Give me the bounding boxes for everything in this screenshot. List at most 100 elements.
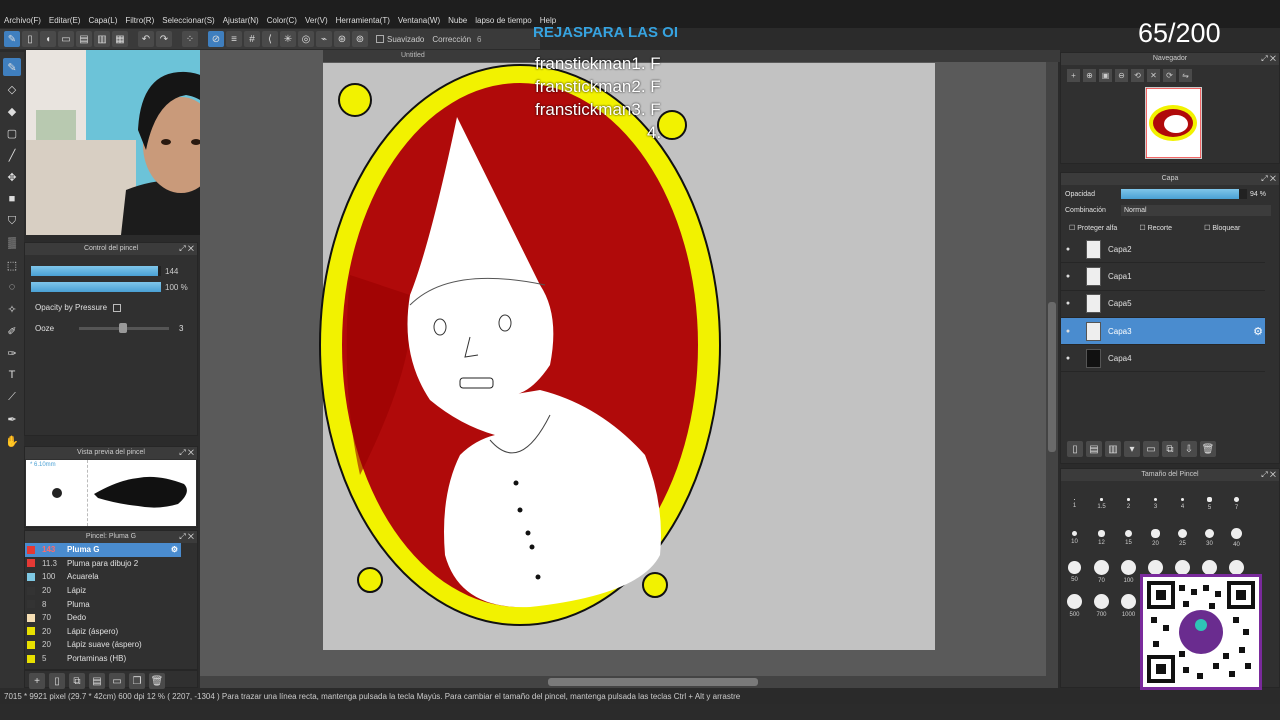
close-icon[interactable]: ⤢ ✕	[179, 531, 194, 543]
brush-item[interactable]: 8 Pluma	[25, 597, 181, 611]
menu-item[interactable]: Ajustar(N)	[219, 14, 263, 28]
correccion-value[interactable]: 6	[477, 35, 481, 44]
brush-item[interactable]: 11.3 Pluma para dibujo 2	[25, 557, 181, 571]
edit-brush-icon[interactable]: ▤	[89, 673, 105, 689]
actual-size-icon[interactable]: ✕	[1147, 69, 1160, 82]
visibility-icon[interactable]: ●	[1061, 273, 1075, 280]
brush-size-option[interactable]: 15	[1115, 521, 1142, 555]
menu-item[interactable]: Editar(E)	[45, 14, 85, 28]
tab-icon[interactable]: ▯	[22, 31, 38, 47]
snap-radial-icon[interactable]: ✳	[280, 31, 296, 47]
fill-tool-icon[interactable]: ■	[3, 190, 21, 208]
close-icon[interactable]: ⤢ ✕	[179, 243, 194, 255]
visibility-icon[interactable]: ●	[1061, 355, 1075, 362]
frame-icon[interactable]: ▭	[58, 31, 74, 47]
brush-size-option[interactable]: 1000	[1115, 589, 1142, 623]
document-icon[interactable]: ▤	[76, 31, 92, 47]
speech-bubble-icon[interactable]: ◖	[40, 31, 56, 47]
new-layer-menu-icon[interactable]: ▾	[1124, 441, 1140, 457]
brush-item[interactable]: 100 Acuarela	[25, 570, 181, 584]
zoom-in-icon[interactable]: +	[1067, 69, 1080, 82]
layer-row[interactable]: ● Capa4	[1061, 345, 1265, 373]
divide-tool-icon[interactable]: ⟋	[3, 388, 21, 406]
horizontal-scrollbar[interactable]	[200, 676, 1056, 688]
snap-cross-icon[interactable]: #	[244, 31, 260, 47]
line-tool-icon[interactable]: ╱	[3, 146, 21, 164]
snap-ellipse-icon[interactable]: ⊛	[334, 31, 350, 47]
snap-vanish-icon[interactable]: ⟨	[262, 31, 278, 47]
brush-size-option[interactable]: 2	[1115, 487, 1142, 521]
menu-item[interactable]: Nube	[444, 14, 471, 28]
horizontal-scroll-thumb[interactable]	[548, 678, 758, 686]
brush-item[interactable]: 20 Lápiz suave (áspero)	[25, 638, 181, 652]
brush-size-option[interactable]: 700	[1088, 589, 1115, 623]
ooze-slider[interactable]	[79, 323, 169, 333]
snap-curve-icon[interactable]: ⌁	[316, 31, 332, 47]
close-icon[interactable]: ⤢ ✕	[1261, 173, 1276, 185]
rotate-icon[interactable]: ⟲	[1131, 69, 1144, 82]
undo-icon[interactable]: ↶	[138, 31, 154, 47]
menu-item[interactable]: Filtro(R)	[121, 14, 158, 28]
copy-brush-icon[interactable]: ⧉	[69, 673, 85, 689]
bucket-tool-icon[interactable]: ⛉	[3, 212, 21, 230]
zoom-out-icon[interactable]: ⊖	[1115, 69, 1128, 82]
close-icon[interactable]: ⤢ ✕	[1261, 469, 1276, 481]
brush-size-option[interactable]: 5	[1196, 487, 1223, 521]
layout-icon[interactable]: ▥	[94, 31, 110, 47]
reset-rotate-icon[interactable]: ⟳	[1163, 69, 1176, 82]
new-1bit-layer-icon[interactable]: ▥	[1105, 441, 1121, 457]
brush-size-option[interactable]: 1	[1061, 487, 1088, 521]
flip-icon[interactable]: ⇋	[1179, 69, 1192, 82]
zoom-in-alt-icon[interactable]: ⊕	[1083, 69, 1096, 82]
close-icon[interactable]: ⤢ ✕	[179, 447, 194, 459]
brush-opacity-slider[interactable]	[31, 282, 161, 292]
brush-tool-icon[interactable]: ✎	[3, 58, 21, 76]
gradient-tool-icon[interactable]: ▒	[3, 234, 21, 252]
select-eraser-icon[interactable]: ✑	[3, 344, 21, 362]
brush-item[interactable]: 20 Lápiz	[25, 584, 181, 598]
menu-item[interactable]: Archivo(F)	[0, 14, 45, 28]
select-dots-icon[interactable]: ⁘	[182, 31, 198, 47]
snap-target-icon[interactable]: ⊚	[352, 31, 368, 47]
menu-item[interactable]: Seleccionar(S)	[158, 14, 218, 28]
brush-size-option[interactable]: 3	[1142, 487, 1169, 521]
menu-item[interactable]: Color(C)	[263, 14, 301, 28]
fit-icon[interactable]: ▣	[1099, 69, 1112, 82]
add-brush-icon[interactable]: +	[29, 673, 45, 689]
layer-row[interactable]: ● Capa2	[1061, 236, 1265, 264]
snap-off-icon[interactable]: ⊘	[208, 31, 224, 47]
select-pen-icon[interactable]: ✐	[3, 322, 21, 340]
eraser-tool-icon[interactable]: ◇	[3, 80, 21, 98]
select-tool-icon[interactable]: ⬚	[3, 256, 21, 274]
layer-row[interactable]: ● Capa5	[1061, 291, 1265, 318]
brush-size-slider[interactable]	[31, 266, 161, 276]
menu-item[interactable]: Herramienta(T)	[332, 14, 394, 28]
dot-eraser-icon[interactable]: ◆	[3, 102, 21, 120]
brush-size-option[interactable]: 4	[1169, 487, 1196, 521]
brush-size-option[interactable]: 20	[1142, 521, 1169, 555]
visibility-icon[interactable]: ●	[1061, 246, 1075, 253]
navigator-thumbnail[interactable]	[1145, 87, 1202, 159]
brush-size-option[interactable]: 50	[1061, 555, 1088, 589]
new-brush-icon[interactable]: ▯	[49, 673, 65, 689]
menu-item[interactable]: Ventana(W)	[394, 14, 444, 28]
brush-size-option[interactable]: 25	[1169, 521, 1196, 555]
layer-opacity-slider[interactable]	[1121, 189, 1247, 199]
snap-circle-icon[interactable]: ◎	[298, 31, 314, 47]
duplicate-layer-icon[interactable]: ⧉	[1162, 441, 1178, 457]
menu-item[interactable]: Ver(V)	[301, 14, 332, 28]
merge-layer-icon[interactable]: ⇩	[1181, 441, 1197, 457]
brush-size-option[interactable]: 70	[1088, 555, 1115, 589]
delete-icon[interactable]: 🗑	[149, 673, 165, 689]
brush-size-option[interactable]: 30	[1196, 521, 1223, 555]
artwork[interactable]	[300, 55, 740, 645]
pen-tool-icon[interactable]: ✎	[4, 31, 20, 47]
menu-item[interactable]: Capa(L)	[84, 14, 121, 28]
close-icon[interactable]: ⤢ ✕	[1261, 53, 1276, 65]
gear-icon[interactable]: ⚙	[171, 545, 178, 554]
protect-alpha-checkbox[interactable]: ☐ Proteger alfa	[1069, 224, 1117, 232]
opacity-pressure-checkbox[interactable]	[113, 303, 122, 312]
hand-tool-icon[interactable]: ✋	[3, 432, 21, 450]
clip-checkbox[interactable]: ☐ Recorte	[1139, 224, 1172, 232]
blend-mode-select[interactable]: Normal	[1121, 205, 1271, 216]
